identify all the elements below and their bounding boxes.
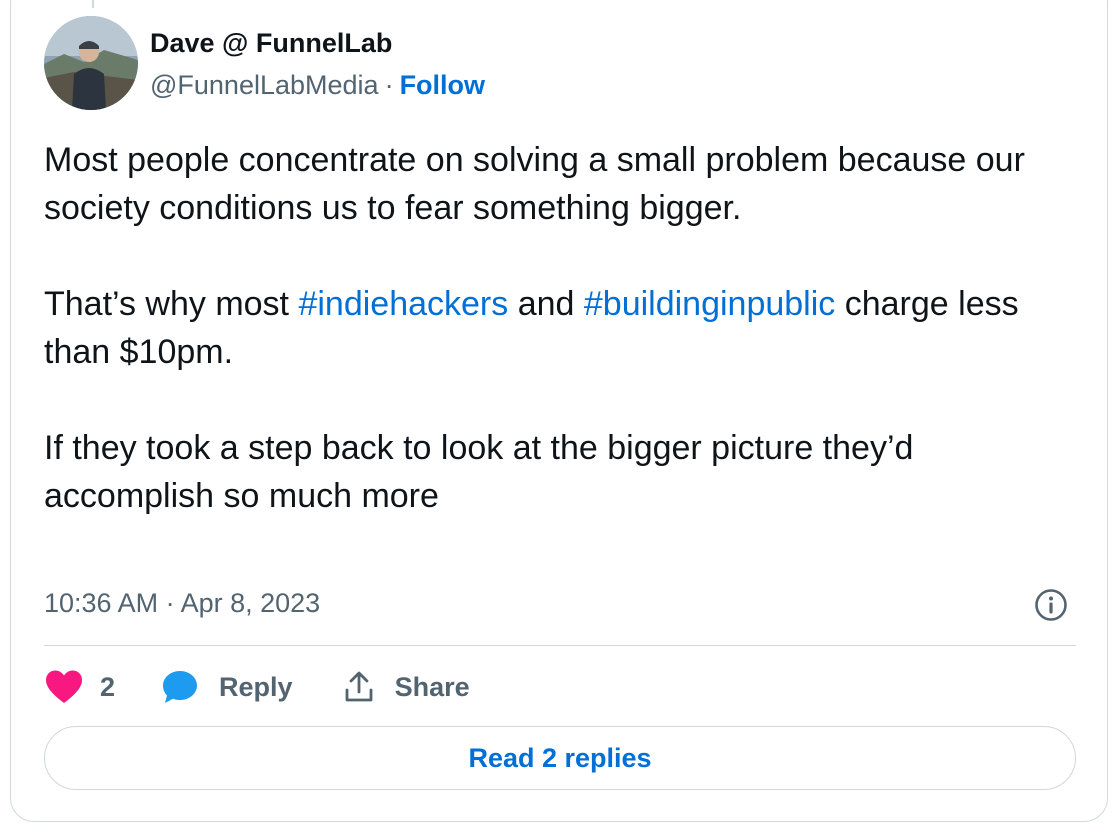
author-handle[interactable]: @FunnelLabMedia [150, 70, 379, 100]
reply-label: Reply [219, 671, 293, 702]
share-label: Share [394, 671, 470, 702]
share-icon [343, 670, 375, 704]
tweet-timestamp[interactable]: 10:36 AM · Apr 8, 2023 [44, 588, 320, 619]
tweet-text: Most people concentrate on solving a sma… [44, 136, 1084, 520]
share-button[interactable]: Share [343, 670, 470, 704]
tweet-paragraph-3: If they took a step back to look at the … [44, 429, 914, 515]
info-icon[interactable] [1034, 588, 1068, 622]
divider [44, 645, 1076, 646]
tweet-actions: 2 Reply Share [44, 664, 470, 710]
reply-button[interactable]: Reply [161, 668, 293, 706]
avatar[interactable] [44, 16, 138, 110]
hashtag-indiehackers[interactable]: #indiehackers [298, 285, 508, 323]
author-handle-row: @FunnelLabMedia · Follow [150, 70, 485, 101]
tweet-paragraph-2: That’s why most #indiehackers and #build… [44, 280, 1084, 376]
follow-button[interactable]: Follow [400, 70, 485, 100]
tweet-text-fragment: That’s why most [44, 285, 299, 323]
tweet-text-fragment: and [508, 285, 584, 323]
heart-icon [44, 669, 84, 705]
read-replies-button[interactable]: Read 2 replies [44, 726, 1076, 790]
author-name[interactable]: Dave @ FunnelLab [150, 28, 392, 59]
hashtag-buildinginpublic[interactable]: #buildinginpublic [584, 285, 835, 323]
reply-bubble-icon [161, 668, 199, 706]
tweet-paragraph-1: Most people concentrate on solving a sma… [44, 141, 1025, 227]
like-button[interactable]: 2 [44, 669, 115, 705]
like-count: 2 [100, 671, 116, 702]
separator-dot: · [384, 70, 394, 100]
